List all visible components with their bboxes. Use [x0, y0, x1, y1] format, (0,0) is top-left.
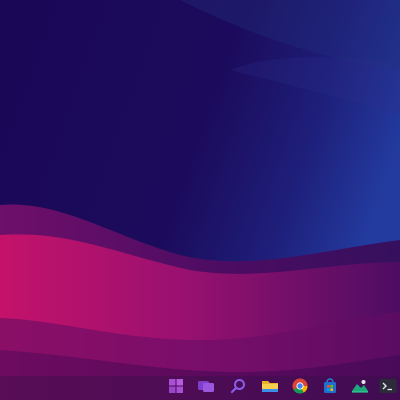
chrome-button[interactable]: [290, 376, 310, 396]
start-button[interactable]: [166, 376, 186, 396]
folder-icon: [262, 381, 278, 392]
search-button[interactable]: [228, 376, 248, 396]
windows-logo-icon: [169, 379, 183, 393]
search-icon: [230, 379, 245, 394]
desktop: [0, 0, 400, 400]
photos-icon: [352, 380, 368, 393]
file-explorer-button[interactable]: [260, 376, 280, 396]
store-button[interactable]: [320, 376, 340, 396]
task-view-icon: [198, 381, 214, 392]
task-view-button[interactable]: [196, 376, 216, 396]
chrome-icon: [292, 378, 308, 394]
store-icon: [324, 378, 336, 393]
terminal-button[interactable]: [378, 376, 398, 396]
wallpaper: [0, 0, 400, 400]
terminal-icon: [379, 379, 397, 393]
photos-button[interactable]: [350, 376, 370, 396]
